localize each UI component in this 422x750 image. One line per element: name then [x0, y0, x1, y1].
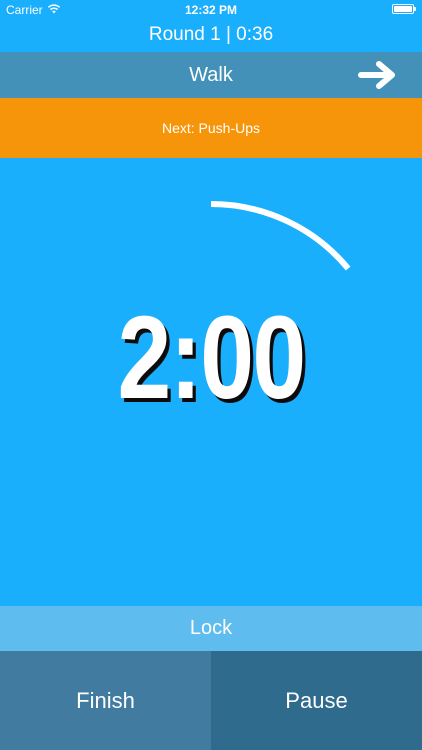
finish-button[interactable]: Finish [0, 651, 211, 750]
current-exercise-bar: Walk [0, 52, 422, 98]
bottom-controls: Finish Pause [0, 651, 422, 750]
arrow-right-icon [358, 61, 395, 89]
status-bar: Carrier 12:32 PM [0, 0, 422, 20]
battery-icon [392, 4, 416, 14]
clock-time: 12:32 PM [184, 3, 238, 17]
countdown-display: 2:00 [117, 292, 306, 424]
skip-exercise-button[interactable] [356, 58, 400, 92]
timer-area: 2:00 [0, 158, 422, 606]
workout-timer-screen: Carrier 12:32 PM Round 1 | 0:36 Walk Nex… [0, 0, 422, 750]
pause-button[interactable]: Pause [211, 651, 422, 750]
next-exercise-label: Next: Push-Ups [0, 98, 422, 158]
lock-button[interactable]: Lock [0, 606, 422, 651]
round-header: Round 1 | 0:36 [148, 24, 274, 45]
